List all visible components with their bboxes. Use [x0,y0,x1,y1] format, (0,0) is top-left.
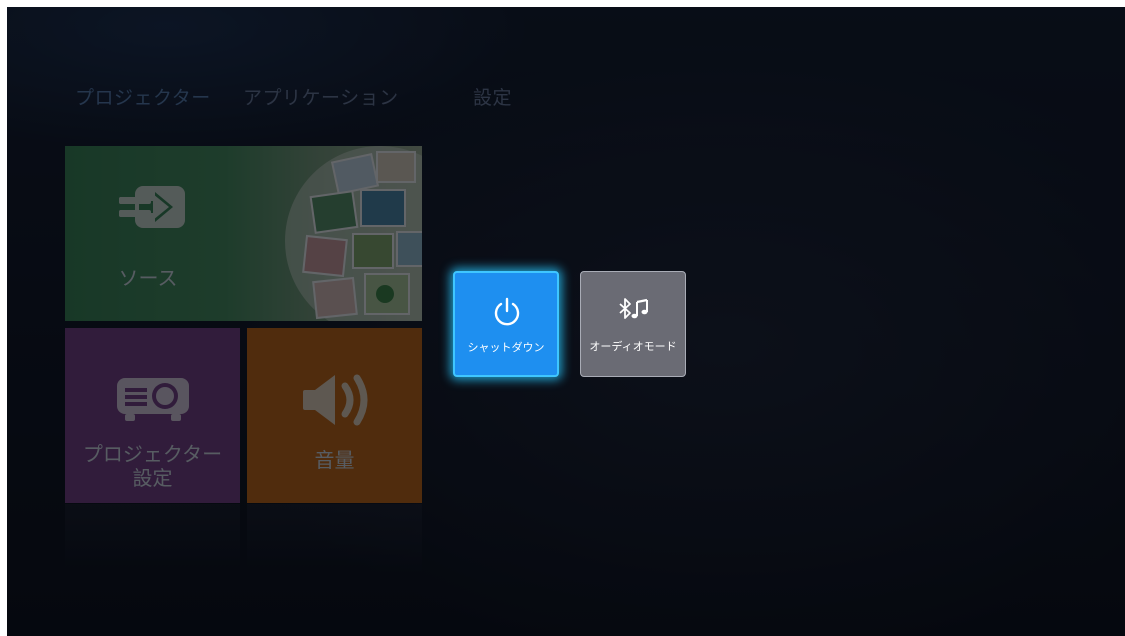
photo-globe-image [285,146,422,321]
projector-settings-tile[interactable]: プロジェクター 設定 [65,328,240,503]
projector-settings-label-line1: プロジェクター [82,442,223,466]
projector-settings-reflection [65,504,240,574]
tab-applications[interactable]: アプリケーション [243,83,399,110]
shutdown-label: シャットダウン [467,341,545,354]
volume-tile-label: 音量 [314,448,355,472]
shutdown-button[interactable]: シャットダウン [453,271,559,377]
projector-icon [117,378,189,421]
source-tile-label: ソース [118,266,178,290]
volume-tile[interactable]: 音量 [247,328,422,503]
source-tile[interactable]: ソース [65,146,422,321]
input-arrow-icon [119,186,185,228]
volume-reflection [247,504,422,574]
tab-projector[interactable]: プロジェクター [75,83,211,110]
audio-mode-button[interactable]: オーディオモード [580,271,686,377]
projector-home-screen: プロジェクター アプリケーション 設定 ソース プロジェクター 設定 音量 シャ… [7,7,1125,636]
power-icon [494,297,520,326]
bluetooth-music-icon [619,298,648,319]
audio-mode-label: オーディオモード [589,340,677,353]
tab-settings[interactable]: 設定 [473,83,512,110]
projector-settings-label-line2: 設定 [132,466,173,490]
speaker-icon [303,374,368,426]
